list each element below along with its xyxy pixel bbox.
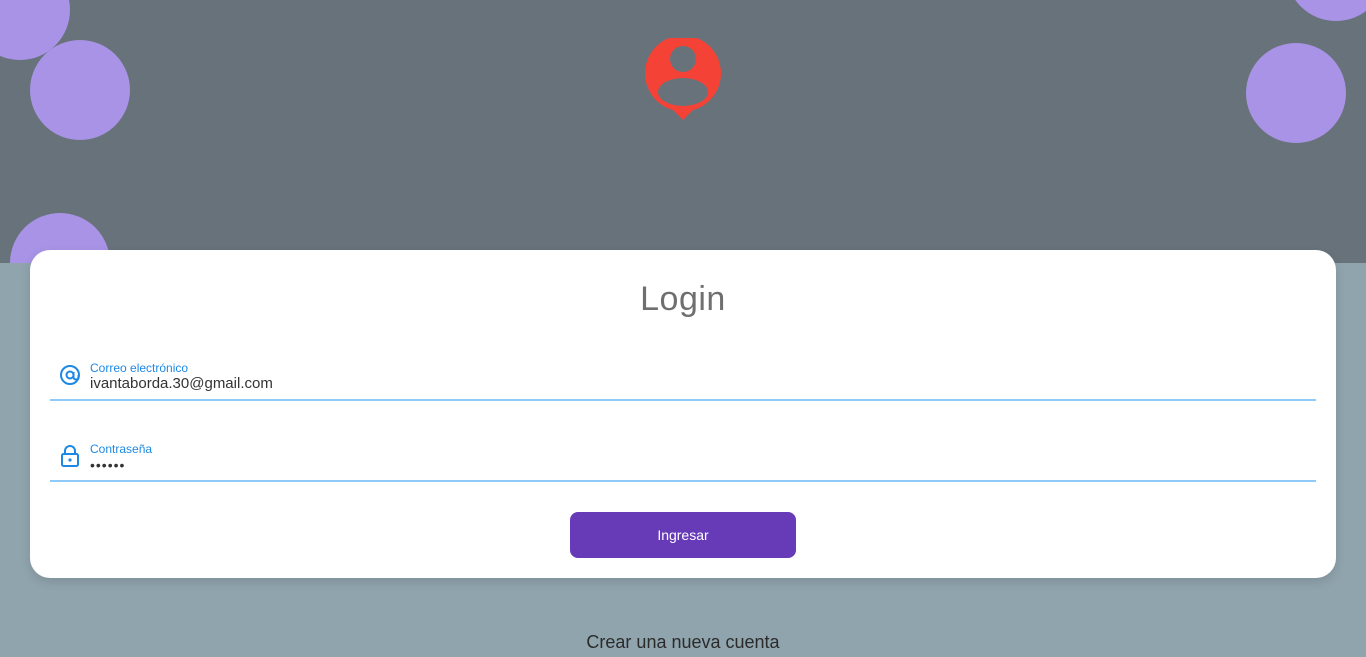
- email-input[interactable]: [90, 375, 1290, 392]
- password-field[interactable]: Contraseña ••••••: [50, 432, 1316, 482]
- login-button[interactable]: Ingresar: [570, 512, 796, 558]
- create-account-link[interactable]: Crear una nueva cuenta: [0, 632, 1366, 653]
- password-underline: [50, 480, 1316, 482]
- account-pin-icon: [645, 35, 721, 122]
- lock-icon: [58, 444, 82, 468]
- at-sign-icon: [58, 363, 82, 387]
- email-label: Correo electrónico: [90, 361, 189, 375]
- email-field[interactable]: Correo electrónico: [50, 351, 1316, 401]
- password-input[interactable]: ••••••: [90, 457, 1290, 473]
- password-label: Contraseña: [90, 442, 153, 456]
- login-title: Login: [640, 280, 726, 318]
- decorative-bubble: [1286, 0, 1366, 21]
- decorative-bubble: [30, 40, 130, 140]
- email-underline: [50, 399, 1316, 401]
- decorative-bubble: [1246, 43, 1346, 143]
